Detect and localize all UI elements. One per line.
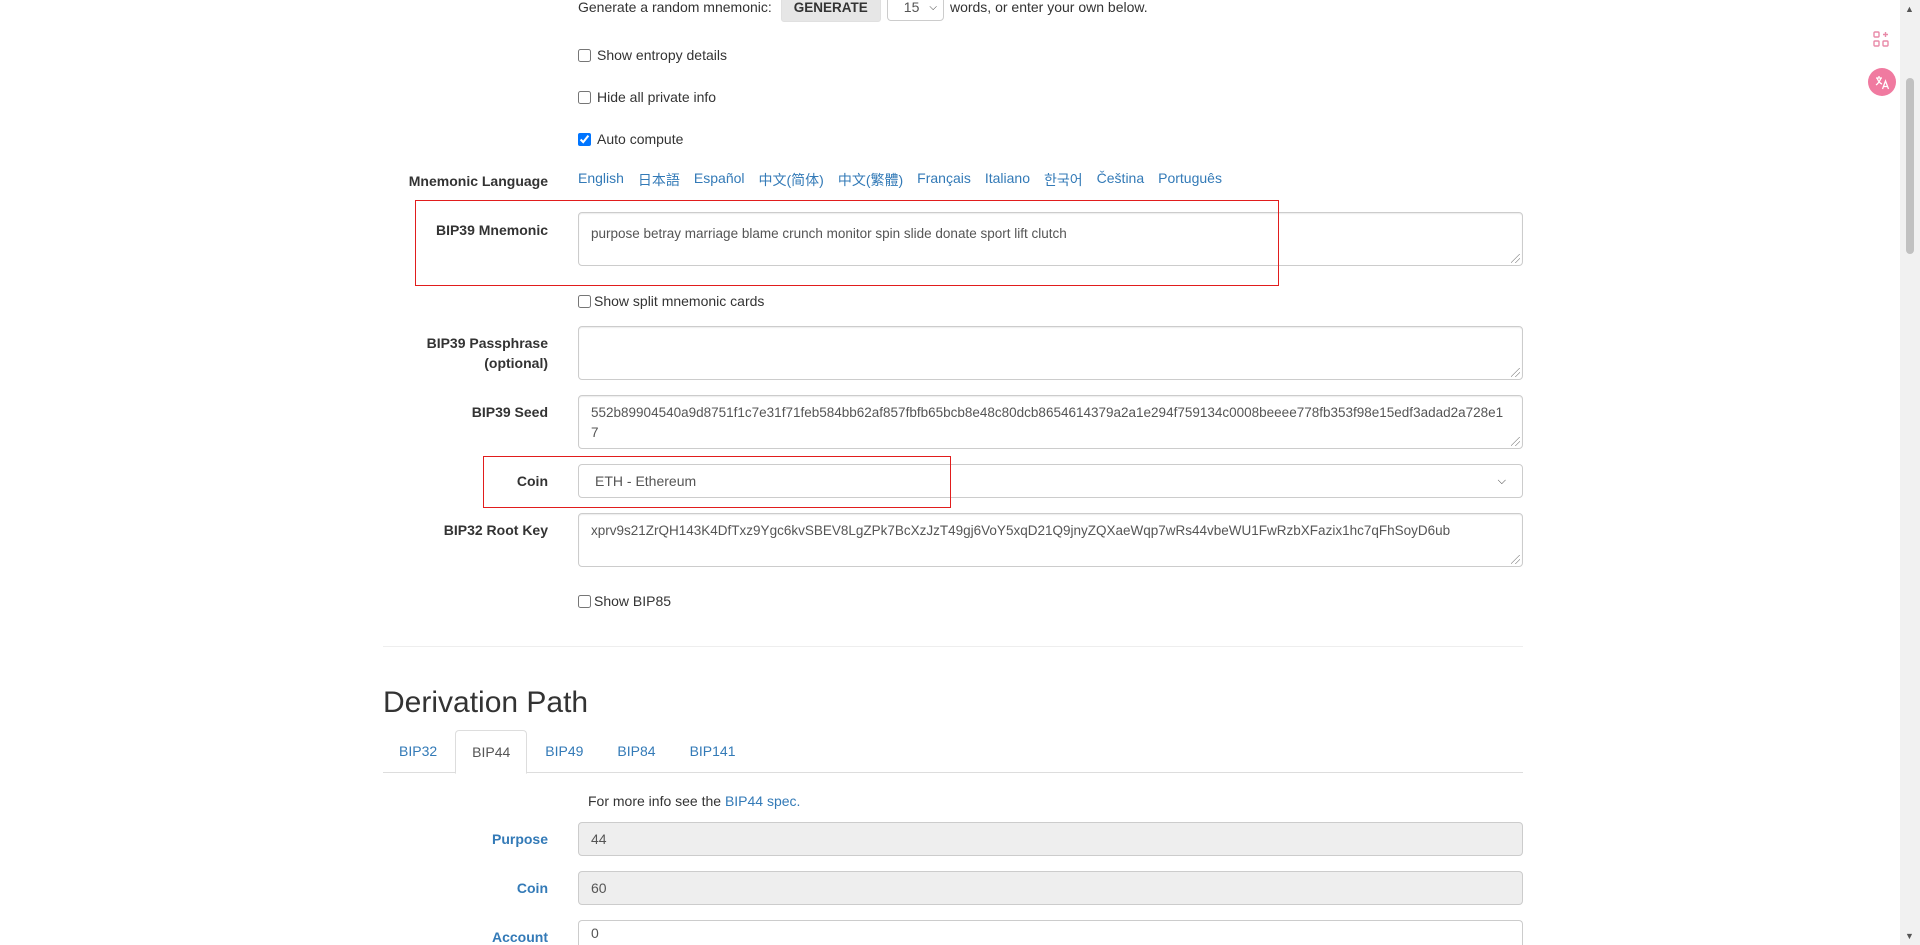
language-link-french[interactable]: Français bbox=[917, 170, 971, 190]
tab-bip84[interactable]: BIP84 bbox=[601, 730, 671, 773]
derivation-heading: Derivation Path bbox=[383, 686, 589, 719]
bip85-checkbox[interactable] bbox=[578, 594, 591, 608]
derivation-tabs: BIP32 BIP44 BIP49 BIP84 BIP141 bbox=[383, 730, 1523, 774]
resize-grip-icon[interactable] bbox=[1511, 368, 1520, 377]
seed-label: BIP39 Seed bbox=[471, 404, 548, 420]
bip85-option[interactable]: Show BIP85 bbox=[578, 593, 671, 609]
language-link-chinese-simplified[interactable]: 中文(简体) bbox=[759, 170, 824, 190]
resize-grip-icon[interactable] bbox=[1511, 437, 1520, 446]
split-cards-checkbox[interactable] bbox=[578, 294, 591, 308]
split-cards-option[interactable]: Show split mnemonic cards bbox=[578, 293, 764, 309]
resize-grip-icon[interactable] bbox=[1511, 254, 1520, 263]
passphrase-label: BIP39 Passphrase (optional) bbox=[350, 333, 548, 373]
tab-bip141[interactable]: BIP141 bbox=[674, 730, 752, 773]
tab-bip49[interactable]: BIP49 bbox=[529, 730, 599, 773]
section-divider bbox=[383, 646, 1523, 647]
auto-compute-option[interactable]: Auto compute bbox=[578, 131, 683, 147]
root-key-input[interactable]: xprv9s21ZrQH143K4DfTxz9Ygc6kvSBEV8LgZPk7… bbox=[578, 513, 1523, 567]
hide-private-label: Hide all private info bbox=[597, 89, 717, 105]
account-field[interactable]: 0 bbox=[578, 920, 1523, 945]
passphrase-label-line1: BIP39 Passphrase bbox=[426, 335, 548, 351]
resize-grip-icon[interactable] bbox=[1511, 555, 1520, 564]
coin-highlight-box bbox=[483, 456, 951, 508]
language-link-chinese-traditional[interactable]: 中文(繁體) bbox=[838, 170, 903, 190]
generate-row: Generate a random mnemonic: GENERATE 15 … bbox=[578, 0, 1148, 22]
language-link-portuguese[interactable]: Português bbox=[1158, 170, 1222, 190]
mnemonic-language-label: Mnemonic Language bbox=[408, 173, 548, 189]
scroll-up-arrow-icon[interactable]: ▲ bbox=[1905, 4, 1914, 14]
tab-bip32[interactable]: BIP32 bbox=[383, 730, 453, 773]
generate-button[interactable]: GENERATE bbox=[780, 0, 881, 22]
show-entropy-option[interactable]: Show entropy details bbox=[578, 47, 727, 63]
generate-suffix: words, or enter your own below. bbox=[949, 0, 1148, 15]
auto-compute-label: Auto compute bbox=[597, 131, 684, 147]
translate-icon[interactable] bbox=[1868, 68, 1896, 96]
purpose-label[interactable]: Purpose bbox=[350, 829, 548, 849]
hide-private-checkbox[interactable] bbox=[578, 90, 591, 104]
bip44-info: For more info see the BIP44 spec. bbox=[588, 793, 800, 809]
language-link-italian[interactable]: Italiano bbox=[985, 170, 1030, 190]
scrollbar-thumb[interactable] bbox=[1906, 78, 1914, 254]
purpose-field[interactable]: 44 bbox=[578, 822, 1523, 856]
account-value: 0 bbox=[591, 925, 599, 941]
language-link-english[interactable]: English bbox=[578, 170, 624, 190]
chevron-down-icon: ⌵ bbox=[929, 1, 937, 13]
language-link-japanese[interactable]: 日本語 bbox=[638, 170, 680, 190]
generate-prefix: Generate a random mnemonic: bbox=[578, 0, 772, 15]
show-entropy-checkbox[interactable] bbox=[578, 48, 591, 62]
derivation-coin-value: 60 bbox=[591, 880, 607, 896]
root-key-value: xprv9s21ZrQH143K4DfTxz9Ygc6kvSBEV8LgZPk7… bbox=[591, 523, 1451, 538]
language-links: English 日本語 Español 中文(简体) 中文(繁體) França… bbox=[578, 170, 1222, 190]
language-link-czech[interactable]: Čeština bbox=[1097, 170, 1144, 190]
word-count-select[interactable]: 15 ⌵ bbox=[886, 0, 944, 21]
language-link-spanish[interactable]: Español bbox=[694, 170, 745, 190]
bip44-info-text: For more info see the bbox=[588, 793, 722, 809]
show-entropy-label: Show entropy details bbox=[597, 47, 727, 63]
bip44-spec-link[interactable]: BIP44 spec. bbox=[725, 793, 801, 809]
seed-input[interactable]: 552b89904540a9d8751f1c7e31f71feb584bb62a… bbox=[578, 395, 1523, 449]
apps-icon[interactable] bbox=[1866, 24, 1896, 54]
hide-private-option[interactable]: Hide all private info bbox=[578, 89, 716, 105]
derivation-coin-label[interactable]: Coin bbox=[350, 878, 548, 898]
seed-value: 552b89904540a9d8751f1c7e31f71feb584bb62a… bbox=[591, 405, 1504, 440]
account-label[interactable]: Account bbox=[350, 927, 548, 945]
mnemonic-highlight-box bbox=[415, 200, 1279, 286]
page: Generate a random mnemonic: GENERATE 15 … bbox=[0, 0, 1920, 945]
split-cards-label: Show split mnemonic cards bbox=[594, 293, 765, 309]
language-link-korean[interactable]: 한국어 bbox=[1044, 170, 1083, 190]
derivation-coin-field[interactable]: 60 bbox=[578, 871, 1523, 905]
passphrase-label-line2: (optional) bbox=[484, 355, 548, 371]
word-count-value: 15 bbox=[903, 0, 920, 15]
auto-compute-checkbox[interactable] bbox=[578, 132, 591, 146]
passphrase-input[interactable] bbox=[578, 326, 1523, 380]
root-key-label: BIP32 Root Key bbox=[443, 522, 548, 538]
scroll-down-arrow-icon[interactable]: ▼ bbox=[1905, 931, 1914, 941]
bip85-label: Show BIP85 bbox=[594, 593, 672, 609]
purpose-value: 44 bbox=[591, 831, 607, 847]
chevron-down-icon: ⌵ bbox=[1497, 474, 1506, 487]
tab-bip44[interactable]: BIP44 bbox=[455, 730, 528, 774]
